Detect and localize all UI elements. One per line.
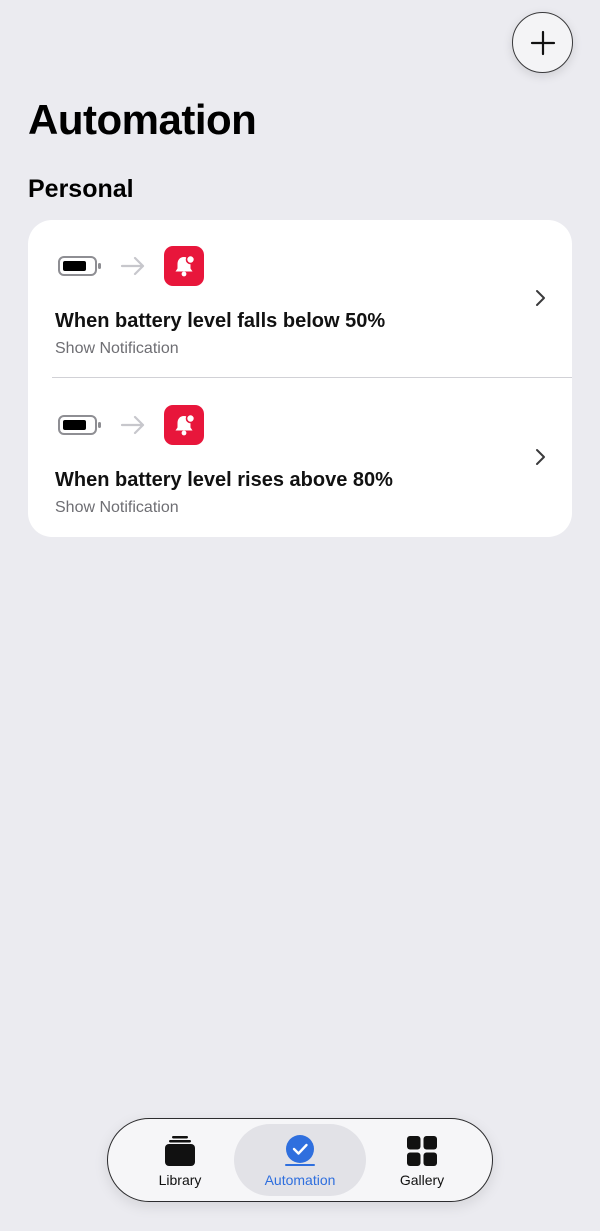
automation-flow-icons [58,246,204,286]
automation-screen: Automation Personal When battery level f… [0,0,600,1231]
notification-bell-icon [164,405,204,445]
tab-label: Library [158,1172,202,1188]
tab-library[interactable]: Library [120,1124,240,1196]
automation-check-icon [285,1135,315,1166]
battery-icon [58,415,101,435]
plus-icon [530,30,555,55]
page-title: Automation [28,96,257,143]
notification-bell-icon [164,246,204,286]
tab-label: Gallery [399,1172,445,1188]
chevron-right-icon [536,449,545,465]
automation-row[interactable]: When battery level falls below 50% Show … [28,220,572,379]
arrow-right-icon [120,415,145,435]
automation-flow-icons [58,405,204,445]
automation-list: When battery level falls below 50% Show … [28,220,572,537]
section-title: Personal [28,175,134,203]
automation-action-label: Show Notification [55,499,179,516]
tab-label: Automation [264,1172,336,1188]
tab-gallery[interactable]: Gallery [362,1124,482,1196]
automation-row[interactable]: When battery level rises above 80% Show … [28,379,572,537]
automation-title: When battery level falls below 50% [55,310,386,332]
arrow-right-icon [120,256,145,276]
gallery-grid-icon [407,1136,437,1166]
chevron-right-icon [536,290,545,306]
tab-bar: Library Automation Gallery [107,1118,493,1202]
battery-icon [58,256,101,276]
tab-automation[interactable]: Automation [234,1124,366,1196]
automation-action-label: Show Notification [55,340,179,357]
library-stack-icon [165,1136,195,1166]
add-automation-button[interactable] [512,12,573,73]
automation-title: When battery level rises above 80% [55,469,393,491]
row-divider [52,377,572,378]
